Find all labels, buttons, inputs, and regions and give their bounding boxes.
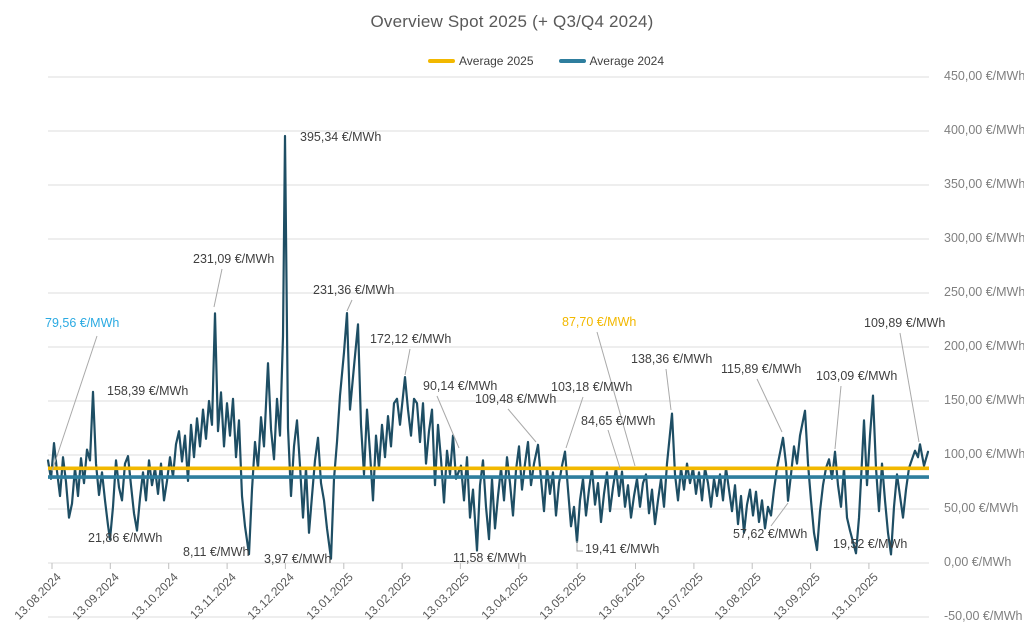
- data-point-label: 103,18 €/MWh: [551, 380, 632, 395]
- data-point-label: 231,09 €/MWh: [193, 252, 274, 267]
- y-axis-tick-label: 50,00 €/MWh: [944, 501, 1018, 515]
- data-point-label: 79,56 €/MWh: [45, 316, 119, 331]
- data-point-label: 87,70 €/MWh: [562, 315, 636, 330]
- data-point-label: 11,58 €/MWh: [453, 551, 526, 566]
- annotation-callout-line: [508, 409, 536, 442]
- legend-label: Average 2025: [459, 54, 534, 68]
- chart-legend: Average 2025 Average 2024: [428, 54, 664, 68]
- y-axis-tick-label: 200,00 €/MWh: [944, 339, 1024, 353]
- annotation-callout-line: [405, 349, 410, 375]
- legend-item-average-2025: Average 2025: [428, 54, 534, 68]
- y-axis-tick-label: 350,00 €/MWh: [944, 177, 1024, 191]
- y-axis-tick-label: 100,00 €/MWh: [944, 447, 1024, 461]
- data-point-label: 57,62 €/MWh: [733, 527, 807, 542]
- annotation-callout-line: [835, 386, 841, 449]
- annotation-callout-line: [347, 300, 352, 311]
- legend-label: Average 2024: [590, 54, 665, 68]
- data-point-label: 19,52 €/MWh: [833, 537, 907, 552]
- data-point-label: 84,65 €/MWh: [581, 414, 655, 429]
- data-point-label: 109,89 €/MWh: [864, 316, 945, 331]
- data-point-label: 21,86 €/MWh: [88, 531, 162, 546]
- y-axis-tick-label: -50,00 €/MWh: [944, 609, 1023, 623]
- data-point-label: 103,09 €/MWh: [816, 369, 897, 384]
- data-point-label: 3,97 €/MWh: [264, 552, 331, 567]
- data-point-label: 231,36 €/MWh: [313, 283, 394, 298]
- y-axis-tick-label: 450,00 €/MWh: [944, 69, 1024, 83]
- data-point-label: 172,12 €/MWh: [370, 332, 451, 347]
- chart-title: Overview Spot 2025 (+ Q3/Q4 2024): [0, 12, 1024, 32]
- data-point-label: 158,39 €/MWh: [107, 384, 188, 399]
- data-point-label: 395,34 €/MWh: [300, 130, 381, 145]
- annotation-callout-line: [900, 333, 919, 442]
- annotation-callout-line: [771, 503, 788, 526]
- data-point-label: 138,36 €/MWh: [631, 352, 712, 367]
- annotation-callout-line: [608, 430, 620, 468]
- annotation-callout-line: [214, 269, 222, 307]
- annotation-callout-line: [757, 379, 782, 432]
- y-axis-tick-label: 150,00 €/MWh: [944, 393, 1024, 407]
- annotation-callout-line: [666, 369, 671, 410]
- y-axis-tick-label: 300,00 €/MWh: [944, 231, 1024, 245]
- data-point-label: 8,11 €/MWh: [183, 545, 249, 560]
- y-axis-tick-label: 400,00 €/MWh: [944, 123, 1024, 137]
- average-2025-line-swatch: [428, 59, 455, 63]
- y-axis-tick-label: 0,00 €/MWh: [944, 555, 1011, 569]
- data-point-label: 109,48 €/MWh: [475, 392, 556, 407]
- legend-item-average-2024: Average 2024: [559, 54, 665, 68]
- data-point-label: 19,41 €/MWh: [585, 542, 659, 557]
- average-2024-line-swatch: [559, 59, 586, 63]
- annotation-callout-line: [597, 332, 635, 466]
- y-axis-tick-label: 250,00 €/MWh: [944, 285, 1024, 299]
- spot-price-chart: Overview Spot 2025 (+ Q3/Q4 2024) Averag…: [0, 0, 1024, 643]
- data-point-label: 115,89 €/MWh: [721, 362, 801, 377]
